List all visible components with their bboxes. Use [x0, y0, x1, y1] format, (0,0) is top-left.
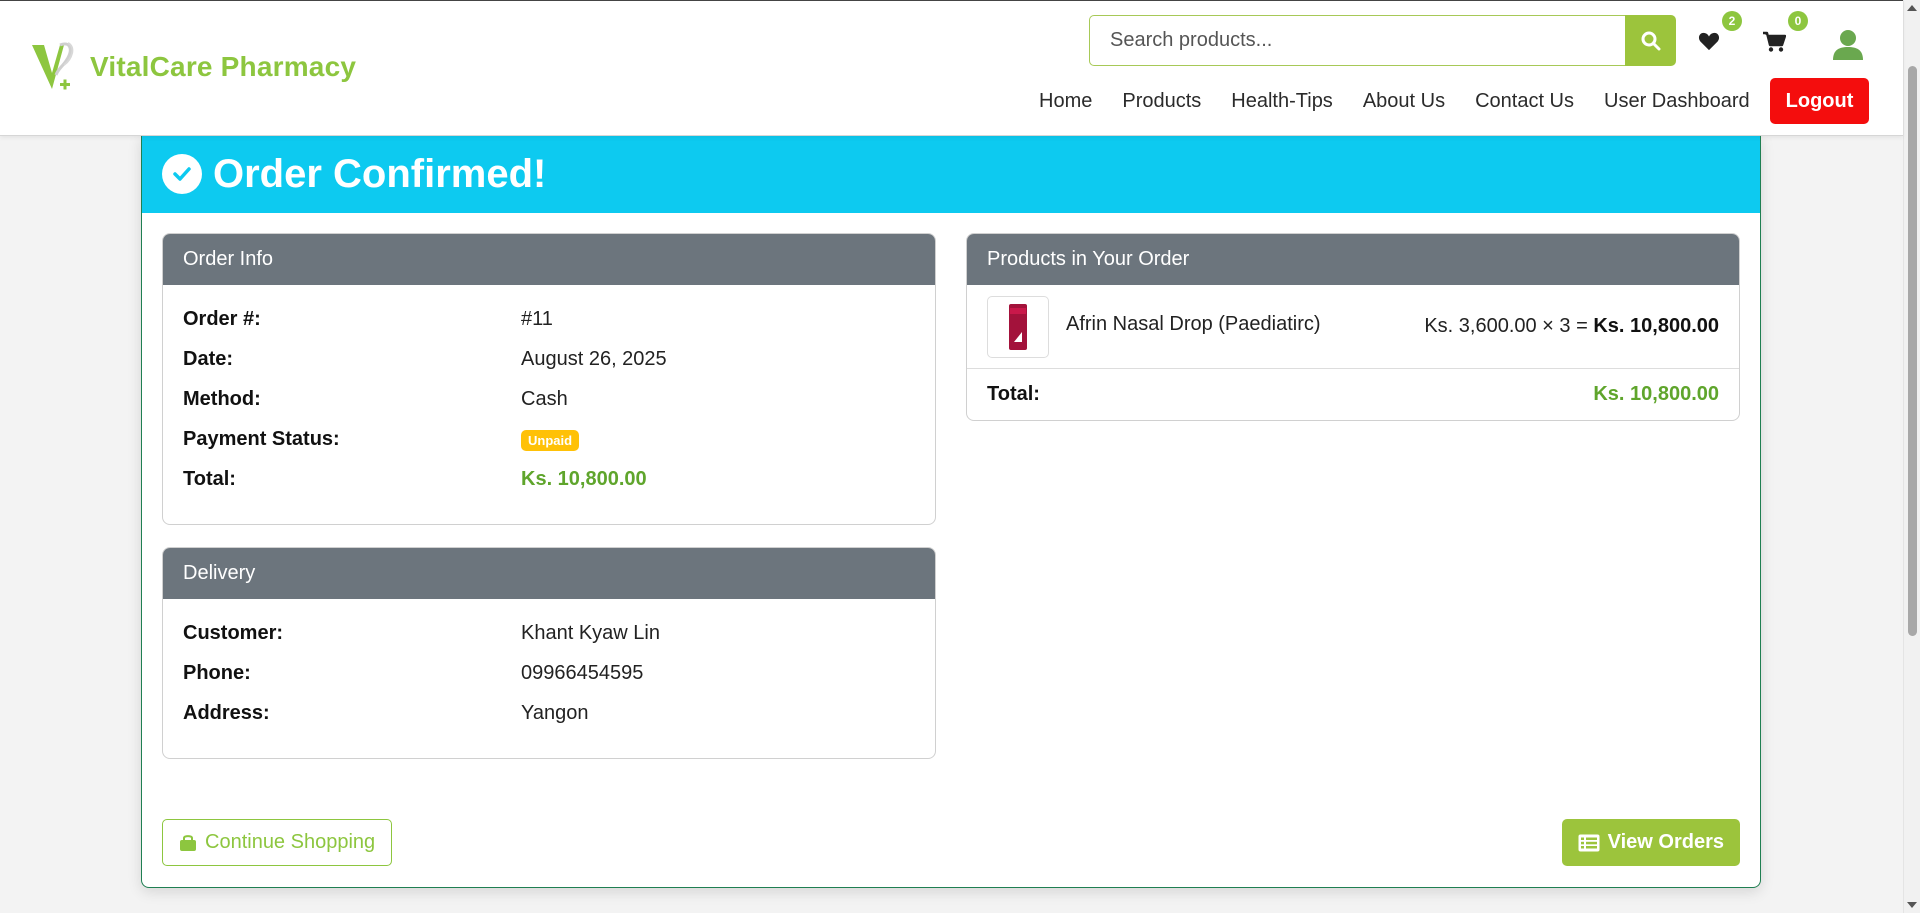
main-nav: Home Products Health-Tips About Us Conta…: [1024, 77, 1870, 125]
order-number-value: #11: [521, 308, 553, 330]
address-row: Address: Yangon: [183, 702, 588, 725]
continue-shopping-button[interactable]: Continue Shopping: [162, 819, 393, 866]
scroll-up-arrow-icon[interactable]: [1907, 5, 1917, 11]
address-label: Address:: [183, 702, 270, 724]
order-date-row: Date: August 26, 2025: [183, 348, 667, 371]
product-thumbnail[interactable]: [987, 296, 1049, 358]
nav-health-tips[interactable]: Health-Tips: [1231, 77, 1333, 125]
nav-user-dashboard[interactable]: User Dashboard: [1604, 77, 1750, 125]
cart-button[interactable]: 0: [1762, 11, 1808, 57]
products-title: Products in Your Order: [967, 234, 1739, 285]
customer-value: Khant Kyaw Lin: [521, 622, 660, 644]
order-total-row: Total: Ks. 10,800.00: [183, 468, 647, 491]
order-number-label: Order #:: [183, 308, 261, 330]
brand-name: VitalCare Pharmacy: [90, 51, 357, 82]
view-orders-label: View Orders: [1607, 831, 1724, 853]
page-scrollbar[interactable]: [1903, 0, 1920, 913]
wishlist-button[interactable]: 2: [1698, 11, 1742, 55]
products-total-row: Total: Ks. 10,800.00: [967, 369, 1739, 420]
check-circle-icon: [162, 154, 202, 194]
order-total-value: Ks. 10,800.00: [521, 468, 647, 490]
order-info-panel: Order Info Order #: #11 Date: August 26,…: [162, 233, 936, 525]
product-price: Ks. 3,600.00 × 3 = Ks. 10,800.00: [1424, 315, 1719, 338]
search-button[interactable]: [1625, 15, 1676, 66]
order-confirmation-card: Order Confirmed! Order Info Order #: #11…: [141, 135, 1761, 888]
shopping-bag-icon: [180, 834, 196, 851]
phone-row: Phone: 09966454595: [183, 662, 643, 685]
address-value: Yangon: [521, 702, 589, 724]
order-info-title: Order Info: [163, 234, 935, 285]
logo-icon: [32, 42, 74, 90]
user-icon: [1833, 30, 1863, 60]
scrollbar-thumb[interactable]: [1908, 66, 1917, 636]
continue-shopping-label: Continue Shopping: [205, 831, 376, 853]
logout-button[interactable]: Logout: [1769, 78, 1870, 124]
site-header: VitalCare Pharmacy 2 0 Home Pr: [0, 0, 1903, 136]
cart-count-badge: 0: [1788, 11, 1808, 31]
delivery-panel: Delivery Customer: Khant Kyaw Lin Phone:…: [162, 547, 936, 759]
nav-about-us[interactable]: About Us: [1363, 77, 1445, 125]
cart-icon: [1763, 31, 1787, 52]
products-total-value: Ks. 10,800.00: [1593, 383, 1719, 405]
customer-row: Customer: Khant Kyaw Lin: [183, 622, 660, 645]
payment-status-row: Payment Status: Unpaid: [183, 428, 580, 451]
order-total-label: Total:: [183, 468, 236, 490]
list-icon: [1578, 834, 1600, 851]
payment-status-label: Payment Status:: [183, 428, 340, 450]
brand-logo[interactable]: VitalCare Pharmacy: [30, 39, 356, 95]
nav-home[interactable]: Home: [1039, 77, 1092, 125]
product-item: Afrin Nasal Drop (Paediatirc) Ks. 3,600.…: [967, 285, 1739, 369]
search-bar: [1089, 15, 1676, 66]
payment-status-value: Unpaid: [521, 428, 580, 451]
product-line-total: Ks. 10,800.00: [1593, 315, 1719, 337]
payment-method-row: Method: Cash: [183, 388, 568, 411]
product-name: Afrin Nasal Drop (Paediatirc): [1066, 313, 1321, 335]
wishlist-count-badge: 2: [1722, 11, 1742, 31]
delivery-title: Delivery: [163, 548, 935, 599]
search-icon: [1641, 31, 1660, 50]
product-unit-price: Ks. 3,600.00 × 3 =: [1424, 315, 1588, 337]
products-total-label: Total:: [987, 383, 1040, 405]
products-panel: Products in Your Order Afrin Nasal Drop …: [966, 233, 1740, 421]
order-date-label: Date:: [183, 348, 234, 370]
order-date-value: August 26, 2025: [521, 348, 667, 370]
search-input[interactable]: [1089, 15, 1625, 66]
view-orders-button[interactable]: View Orders: [1561, 819, 1740, 866]
heart-icon: [1698, 32, 1720, 51]
payment-method-value: Cash: [521, 388, 568, 410]
status-badge: Unpaid: [521, 430, 580, 451]
nav-products[interactable]: Products: [1122, 77, 1201, 125]
customer-label: Customer:: [183, 622, 284, 644]
payment-method-label: Method:: [183, 388, 261, 410]
order-number-row: Order #: #11: [183, 308, 553, 331]
user-account-button[interactable]: [1833, 29, 1863, 65]
confirmation-header: Order Confirmed!: [142, 135, 1760, 213]
scroll-down-arrow-icon[interactable]: [1907, 902, 1917, 908]
phone-value: 09966454595: [521, 662, 644, 684]
confirmation-title: Order Confirmed!: [213, 151, 547, 196]
phone-label: Phone:: [183, 662, 251, 684]
nav-contact-us[interactable]: Contact Us: [1475, 77, 1574, 125]
